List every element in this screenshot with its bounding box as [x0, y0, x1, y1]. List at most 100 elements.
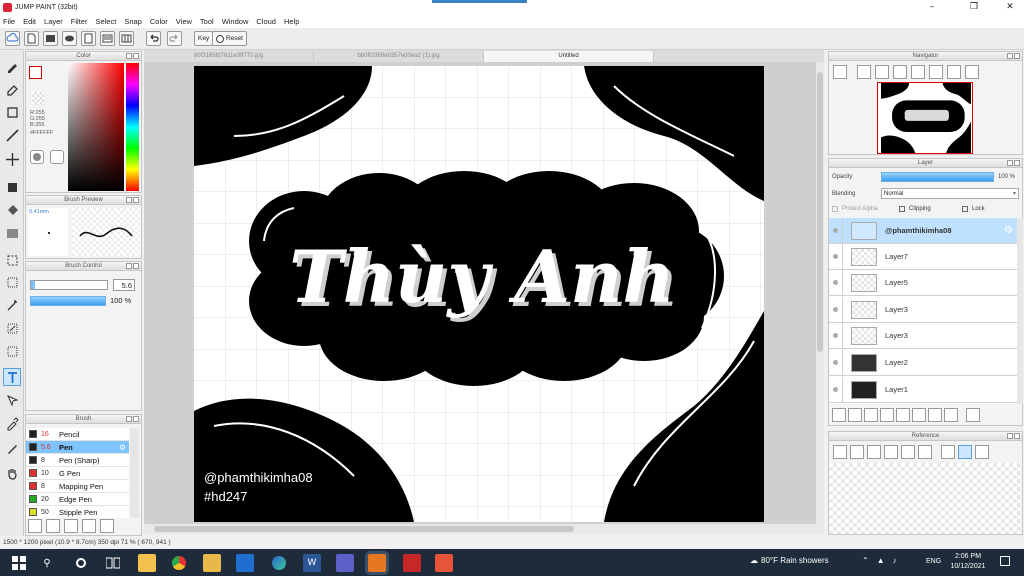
magic-wand-icon[interactable] [3, 296, 21, 314]
cloud-icon[interactable] [5, 31, 20, 46]
panel-close-icon[interactable] [1014, 53, 1020, 59]
reference-eyedropper-icon[interactable] [941, 445, 955, 459]
brush-size-value[interactable]: 5.6 [113, 279, 135, 291]
windows-start-icon[interactable] [10, 554, 28, 572]
delete-layer-icon[interactable] [966, 408, 980, 422]
reference-view[interactable] [829, 463, 1022, 534]
new-brush-icon[interactable] [64, 519, 78, 533]
visibility-icon[interactable] [829, 297, 843, 322]
flip-icon[interactable] [929, 65, 943, 79]
brush-folder-icon[interactable] [46, 519, 60, 533]
menu-color[interactable]: Color [150, 17, 168, 26]
layer-row[interactable]: Layer1 [829, 377, 1017, 403]
search-icon[interactable]: ⚲ [38, 554, 56, 572]
file-explorer-icon[interactable] [203, 554, 221, 572]
panel-close-icon[interactable] [133, 197, 139, 203]
text-tool-icon[interactable] [3, 368, 21, 386]
eraser-tool-icon[interactable] [3, 80, 21, 98]
tab-document-1[interactable]: 80f3165fd7611e3ff770.jpg [144, 51, 314, 62]
chrome-icon[interactable] [170, 554, 188, 572]
cortana-icon[interactable] [72, 554, 90, 572]
tab-document-2[interactable]: bb0f02f69eb357ed0ea2 (1).jpg [314, 51, 484, 62]
menu-cloud[interactable]: Cloud [256, 17, 276, 26]
visibility-icon[interactable] [829, 323, 843, 348]
new-layer-type-icon[interactable] [848, 408, 862, 422]
brush-item-pen-sharp[interactable]: 8 Pen (Sharp) [26, 454, 129, 467]
reference-open-icon[interactable] [850, 445, 864, 459]
brush-group-icon[interactable] [100, 519, 114, 533]
color-saturation-field[interactable] [68, 63, 124, 191]
layer-settings-gear-icon[interactable]: ⚙ [1004, 225, 1013, 236]
brush-opacity-slider[interactable] [30, 296, 106, 306]
menu-window[interactable]: Window [222, 17, 249, 26]
open-file-icon[interactable] [43, 31, 58, 46]
layer-menu-icon[interactable] [880, 408, 894, 422]
copy-layer-icon[interactable] [864, 408, 878, 422]
notification-icon[interactable] [1000, 556, 1010, 566]
layer-folder-icon[interactable] [912, 408, 926, 422]
artwork-canvas[interactable]: Thùy Anh Thùy Anh @phamthikimha08 #hd247 [194, 66, 764, 522]
panel-close-icon[interactable] [1014, 433, 1020, 439]
visibility-icon[interactable] [829, 218, 843, 243]
reference-cloud-icon[interactable] [833, 445, 847, 459]
network-icon[interactable]: ▲ [877, 556, 885, 565]
brush-item-pencil[interactable]: 16 Pencil [26, 428, 129, 441]
transfer-layer-icon[interactable] [944, 408, 958, 422]
word-icon[interactable]: W [303, 554, 321, 572]
hue-slider[interactable] [126, 63, 139, 191]
brush-item-pen[interactable]: 5.6 Pen ⚙ [26, 441, 129, 454]
fit-icon[interactable] [875, 65, 889, 79]
visibility-icon[interactable] [829, 244, 843, 269]
menu-edit[interactable]: Edit [23, 17, 36, 26]
close-icon[interactable]: ✕ [992, 0, 1024, 14]
redo-icon[interactable] [167, 31, 182, 46]
menu-tool[interactable]: Tool [200, 17, 214, 26]
reset-rotation-icon[interactable] [947, 65, 961, 79]
rotate-icon[interactable] [911, 65, 925, 79]
shape-tool-icon[interactable] [3, 391, 21, 409]
eyedropper-tool-icon[interactable] [3, 414, 21, 432]
menu-filter[interactable]: Filter [71, 17, 88, 26]
grid-icon[interactable] [119, 31, 134, 46]
fill-rect-tool-icon[interactable] [3, 178, 21, 196]
reference-fit-icon[interactable] [901, 445, 915, 459]
panel-close-icon[interactable] [133, 263, 139, 269]
layer-row[interactable]: Layer3 [829, 297, 1017, 323]
teams-icon[interactable] [336, 554, 354, 572]
clock[interactable]: 2:06 PM 10/12/2021 [948, 552, 988, 572]
page-icon[interactable] [100, 31, 115, 46]
tab-untitled[interactable]: Untitled [484, 51, 654, 62]
panel-float-icon[interactable] [126, 197, 132, 203]
brush-item-mapping-pen[interactable]: 8 Mapping Pen [26, 480, 129, 493]
zoom-plus-icon[interactable] [857, 65, 871, 79]
volume-icon[interactable]: ♪ [893, 556, 897, 565]
mail-icon[interactable] [236, 554, 254, 572]
color-settings-icon[interactable] [50, 150, 64, 164]
menu-help[interactable]: Help [284, 17, 299, 26]
medibang-icon[interactable] [403, 554, 421, 572]
menu-view[interactable]: View [176, 17, 192, 26]
navigator-preview[interactable] [877, 82, 973, 154]
layer-row[interactable]: Layer7 [829, 244, 1017, 270]
gradient-tool-icon[interactable] [3, 224, 21, 242]
panel-close-icon[interactable] [133, 416, 139, 422]
lock-checkbox[interactable]: Lock [962, 206, 985, 212]
horizontal-scrollbar[interactable] [144, 524, 824, 534]
add-brush-icon[interactable] [28, 519, 42, 533]
blending-select[interactable]: Normal ▾ [881, 188, 1019, 199]
menu-snap[interactable]: Snap [124, 17, 142, 26]
layer-list-scrollbar[interactable] [1017, 218, 1023, 404]
app-icon-red[interactable] [435, 554, 453, 572]
select-pen-icon[interactable] [3, 319, 21, 337]
foreground-color-swatch[interactable] [29, 66, 42, 79]
menu-file[interactable]: File [3, 17, 15, 26]
line-tool-icon[interactable] [3, 126, 21, 144]
panel-float-icon[interactable] [126, 263, 132, 269]
reference-zoom-in-icon[interactable] [884, 445, 898, 459]
menu-select[interactable]: Select [95, 17, 116, 26]
save-icon[interactable] [62, 31, 77, 46]
edge-icon[interactable] [270, 554, 288, 572]
pen-tool-icon[interactable] [3, 439, 21, 457]
zoom-in-icon[interactable] [833, 65, 847, 79]
undo-icon[interactable] [146, 31, 161, 46]
